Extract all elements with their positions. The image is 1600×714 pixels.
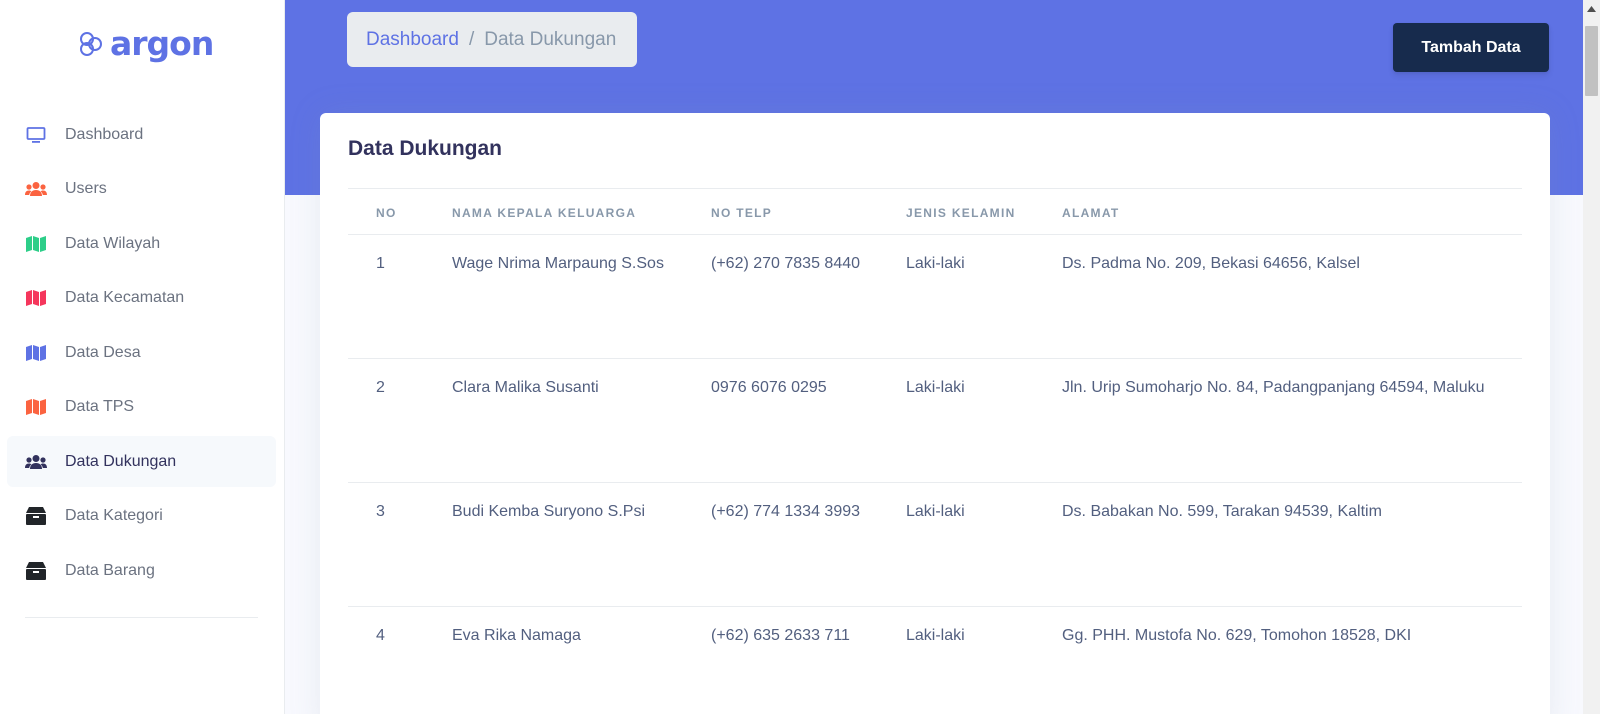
sidebar-item-data-desa[interactable]: Data Desa	[7, 327, 276, 378]
sidebar-item-label: Data TPS	[65, 398, 135, 415]
users-icon	[25, 451, 47, 473]
cell-no: 2	[348, 358, 452, 483]
column-header-no[interactable]: NO	[348, 188, 452, 235]
box-icon	[25, 505, 47, 527]
cell-nama: Clara Malika Susanti	[452, 358, 711, 483]
column-header-nama[interactable]: NAMA KEPALA KELUARGA	[452, 188, 711, 235]
table-row: 4 Eva Rika Namaga (+62) 635 2633 711 Lak…	[348, 606, 1522, 714]
map-icon	[25, 396, 47, 418]
sidebar-item-data-kategori[interactable]: Data Kategori	[7, 491, 276, 542]
scroll-up-arrow-icon[interactable]	[1583, 0, 1600, 17]
cell-alamat: Ds. Padma No. 209, Bekasi 64656, Kalsel	[1062, 234, 1522, 359]
cell-telp: (+62) 774 1334 3993	[711, 482, 906, 607]
sidebar-item-data-tps[interactable]: Data TPS	[7, 382, 276, 433]
sidebar: argon Dashboard Users Data Wilayah Data …	[0, 0, 285, 714]
column-header-jenis-kelamin[interactable]: JENIS KELAMIN	[906, 188, 1062, 235]
breadcrumb: Dashboard / Data Dukungan	[347, 12, 637, 67]
map-icon	[25, 233, 47, 255]
cell-jenis-kelamin: Laki-laki	[906, 606, 1062, 714]
sidebar-item-label: Data Desa	[65, 343, 141, 361]
card-title: Data Dukungan	[348, 137, 503, 160]
sidebar-item-label: Data Barang	[65, 561, 155, 579]
page-scrollbar[interactable]	[1583, 0, 1600, 714]
cell-nama: Wage Nrima Marpaung S.Sos	[452, 234, 711, 359]
sidebar-item-data-kecamatan[interactable]: Data Kecamatan	[7, 273, 276, 324]
brand-name: argon	[110, 24, 214, 63]
column-header-telp[interactable]: NO TELP	[711, 188, 906, 235]
sidebar-item-label: Data Wilayah	[65, 234, 161, 252]
monitor-icon	[25, 124, 47, 146]
cell-nama: Eva Rika Namaga	[452, 606, 711, 714]
cell-alamat: Gg. PHH. Mustofa No. 629, Tomohon 18528,…	[1062, 606, 1522, 714]
sidebar-item-label: Data Dukungan	[65, 452, 177, 470]
breadcrumb-separator: /	[468, 28, 475, 50]
sidebar-item-label: Data Kecamatan	[65, 289, 185, 306]
cell-jenis-kelamin: Laki-laki	[906, 482, 1062, 607]
column-header-alamat[interactable]: ALAMAT	[1062, 188, 1522, 235]
cell-jenis-kelamin: Laki-laki	[906, 358, 1062, 483]
add-data-button[interactable]: Tambah Data	[1393, 23, 1549, 72]
breadcrumb-current: Data Dukungan	[484, 28, 617, 50]
data-card: Data Dukungan NO NAMA KEPALA KELUARGA NO…	[320, 113, 1550, 714]
argon-logo-icon	[80, 32, 102, 56]
table-header-row: NO NAMA KEPALA KELUARGA NO TELP JENIS KE…	[348, 188, 1522, 235]
sidebar-item-label: Data Kategori	[65, 507, 163, 524]
cell-jenis-kelamin: Laki-laki	[906, 234, 1062, 359]
sidebar-item-label: Dashboard	[65, 125, 144, 143]
cell-telp: (+62) 270 7835 8440	[711, 234, 906, 359]
users-icon	[25, 178, 47, 200]
cell-no: 4	[348, 606, 452, 714]
box-icon	[25, 560, 47, 582]
sidebar-nav: Dashboard Users Data Wilayah Data Kecama…	[7, 109, 276, 600]
table-row: 3 Budi Kemba Suryono S.Psi (+62) 774 133…	[348, 482, 1522, 607]
cell-nama: Budi Kemba Suryono S.Psi	[452, 482, 711, 607]
scrollbar-thumb[interactable]	[1585, 26, 1598, 96]
cell-no: 1	[348, 234, 452, 359]
table-row: 1 Wage Nrima Marpaung S.Sos (+62) 270 78…	[348, 234, 1522, 359]
breadcrumb-link-dashboard[interactable]: Dashboard	[366, 29, 459, 51]
cell-alamat: Jln. Urip Sumoharjo No. 84, Padangpanjan…	[1062, 358, 1522, 483]
sidebar-item-dashboard[interactable]: Dashboard	[7, 109, 276, 160]
table-row: 2 Clara Malika Susanti 0976 6076 0295 La…	[348, 358, 1522, 483]
brand-logo[interactable]: argon	[78, 24, 214, 64]
map-icon	[25, 287, 47, 309]
data-table: NO NAMA KEPALA KELUARGA NO TELP JENIS KE…	[348, 188, 1522, 714]
map-icon	[25, 342, 47, 364]
sidebar-item-data-dukungan[interactable]: Data Dukungan	[7, 436, 276, 487]
sidebar-item-data-wilayah[interactable]: Data Wilayah	[7, 218, 276, 269]
cell-no: 3	[348, 482, 452, 607]
cell-telp: 0976 6076 0295	[711, 358, 906, 483]
sidebar-item-label: Users	[65, 180, 107, 197]
sidebar-item-users[interactable]: Users	[7, 164, 276, 215]
sidebar-divider	[25, 617, 258, 618]
cell-telp: (+62) 635 2633 711	[711, 606, 906, 714]
cell-alamat: Ds. Babakan No. 599, Tarakan 94539, Kalt…	[1062, 482, 1522, 607]
sidebar-item-data-barang[interactable]: Data Barang	[7, 545, 276, 596]
